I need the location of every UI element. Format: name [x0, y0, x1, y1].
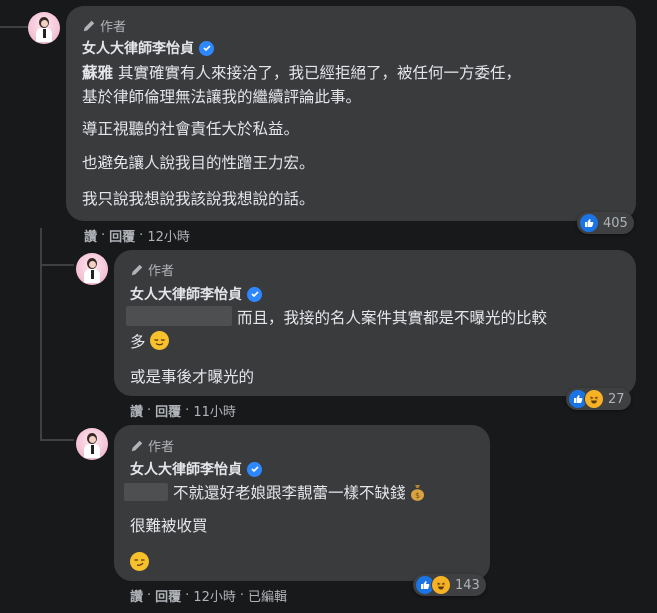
- like-reaction-icon: [579, 213, 599, 233]
- comment-text-line: 或是事後才曝光的: [130, 368, 255, 386]
- haha-reaction-icon: [584, 389, 604, 409]
- comment-text-line: 導正視聽的社會責任大於私益。: [82, 120, 300, 138]
- separator: ·: [147, 403, 152, 418]
- timestamp[interactable]: 12小時: [147, 226, 190, 245]
- pencil-icon: [131, 440, 143, 451]
- svg-text:$: $: [415, 491, 420, 500]
- comment-text-line: 不就還好老娘跟李靚蕾一樣不缺錢 $: [124, 482, 425, 504]
- haha-reaction-icon: [431, 575, 451, 595]
- avatar[interactable]: [28, 12, 60, 44]
- author-badge-label: 作者: [148, 440, 175, 455]
- comment-text-line: 我只說我想說我該說我想說的話。: [82, 190, 315, 208]
- pencil-icon: [83, 20, 95, 31]
- reaction-count: 27: [608, 391, 625, 407]
- relieved-face-emoji: [150, 331, 170, 350]
- reaction-summary[interactable]: 27: [566, 388, 631, 410]
- reply-action[interactable]: 回覆: [109, 226, 135, 245]
- reply-action[interactable]: 回覆: [155, 586, 181, 605]
- reaction-summary[interactable]: 143: [413, 574, 486, 596]
- thread-line-branch-2: [40, 439, 74, 441]
- separator: ·: [139, 228, 144, 243]
- comment-actions: 讚 · 回覆 · 11小時: [130, 401, 236, 420]
- author-name[interactable]: 女人大律師李怡貞: [130, 284, 242, 304]
- comment-text-segment: 而且，我接的名人案件其實都是不曝光的比較: [236, 309, 547, 327]
- separator: ·: [147, 588, 152, 603]
- timestamp[interactable]: 12小時: [193, 586, 236, 605]
- comment-text-segment: 不就還好老娘跟李靚蕾一樣不缺錢: [172, 484, 406, 502]
- timestamp[interactable]: 11小時: [193, 401, 236, 420]
- reaction-count: 405: [603, 215, 628, 231]
- comment-author[interactable]: 女人大律師李怡貞: [130, 284, 262, 304]
- comment-text-line: 而且，我接的名人案件其實都是不曝光的比較: [126, 306, 547, 329]
- author-name[interactable]: 女人大律師李怡貞: [130, 459, 242, 479]
- separator: ·: [185, 403, 190, 418]
- reply-action[interactable]: 回覆: [155, 401, 181, 420]
- reaction-summary[interactable]: 405: [577, 212, 634, 234]
- separator: ·: [239, 588, 244, 603]
- author-name[interactable]: 女人大律師李怡貞: [82, 38, 194, 58]
- reaction-count: 143: [455, 577, 480, 593]
- author-badge: 作者: [82, 16, 126, 35]
- comment-text-segment: 多: [130, 333, 146, 351]
- thread-line-branch-1: [40, 264, 74, 266]
- thread-line-vertical: [40, 228, 42, 440]
- like-action[interactable]: 讚: [84, 226, 97, 245]
- edited-label[interactable]: 已編輯: [248, 586, 287, 605]
- mention-link[interactable]: 蘇雅: [82, 64, 113, 82]
- redacted-mention: [124, 483, 168, 501]
- comment-author[interactable]: 女人大律師李怡貞: [130, 459, 262, 479]
- comment-text-line: 多: [130, 331, 170, 353]
- comment-actions: 讚 · 回覆 · 12小時: [84, 226, 190, 245]
- thread-line-top: [0, 26, 28, 28]
- like-action[interactable]: 讚: [130, 586, 143, 605]
- comment-actions: 讚 · 回覆 · 12小時 · 已編輯: [130, 586, 287, 605]
- separator: ·: [101, 228, 106, 243]
- avatar[interactable]: [76, 428, 108, 460]
- author-badge: 作者: [130, 260, 174, 279]
- comment-text-line: 也避免讓人說我目的性蹭王力宏。: [82, 154, 315, 172]
- separator: ·: [185, 588, 190, 603]
- comment-author[interactable]: 女人大律師李怡貞: [82, 38, 214, 58]
- money-bag-emoji: $: [410, 484, 425, 501]
- author-badge: 作者: [130, 436, 174, 455]
- author-badge-label: 作者: [148, 264, 175, 279]
- smirk-face-emoji: [130, 552, 149, 571]
- comment-text-segment: 其實確實有人來接洽了，我已經拒絕了，被任何一方委任，: [113, 64, 521, 82]
- verified-badge-icon: [247, 461, 262, 477]
- avatar[interactable]: [76, 253, 108, 285]
- like-action[interactable]: 讚: [130, 401, 143, 420]
- redacted-mention: [126, 306, 232, 326]
- comment-text-line: 基於律師倫理無法讓我的繼續評論此事。: [82, 88, 362, 106]
- pencil-icon: [131, 264, 143, 275]
- comment-text-line: 蘇雅 其實確實有人來接洽了，我已經拒絕了，被任何一方委任，: [82, 62, 521, 84]
- comment-text-line: [130, 552, 149, 574]
- verified-badge-icon: [247, 286, 262, 302]
- author-badge-label: 作者: [100, 20, 127, 35]
- comment-text-line: 很難被收買: [130, 517, 208, 535]
- verified-badge-icon: [199, 40, 214, 56]
